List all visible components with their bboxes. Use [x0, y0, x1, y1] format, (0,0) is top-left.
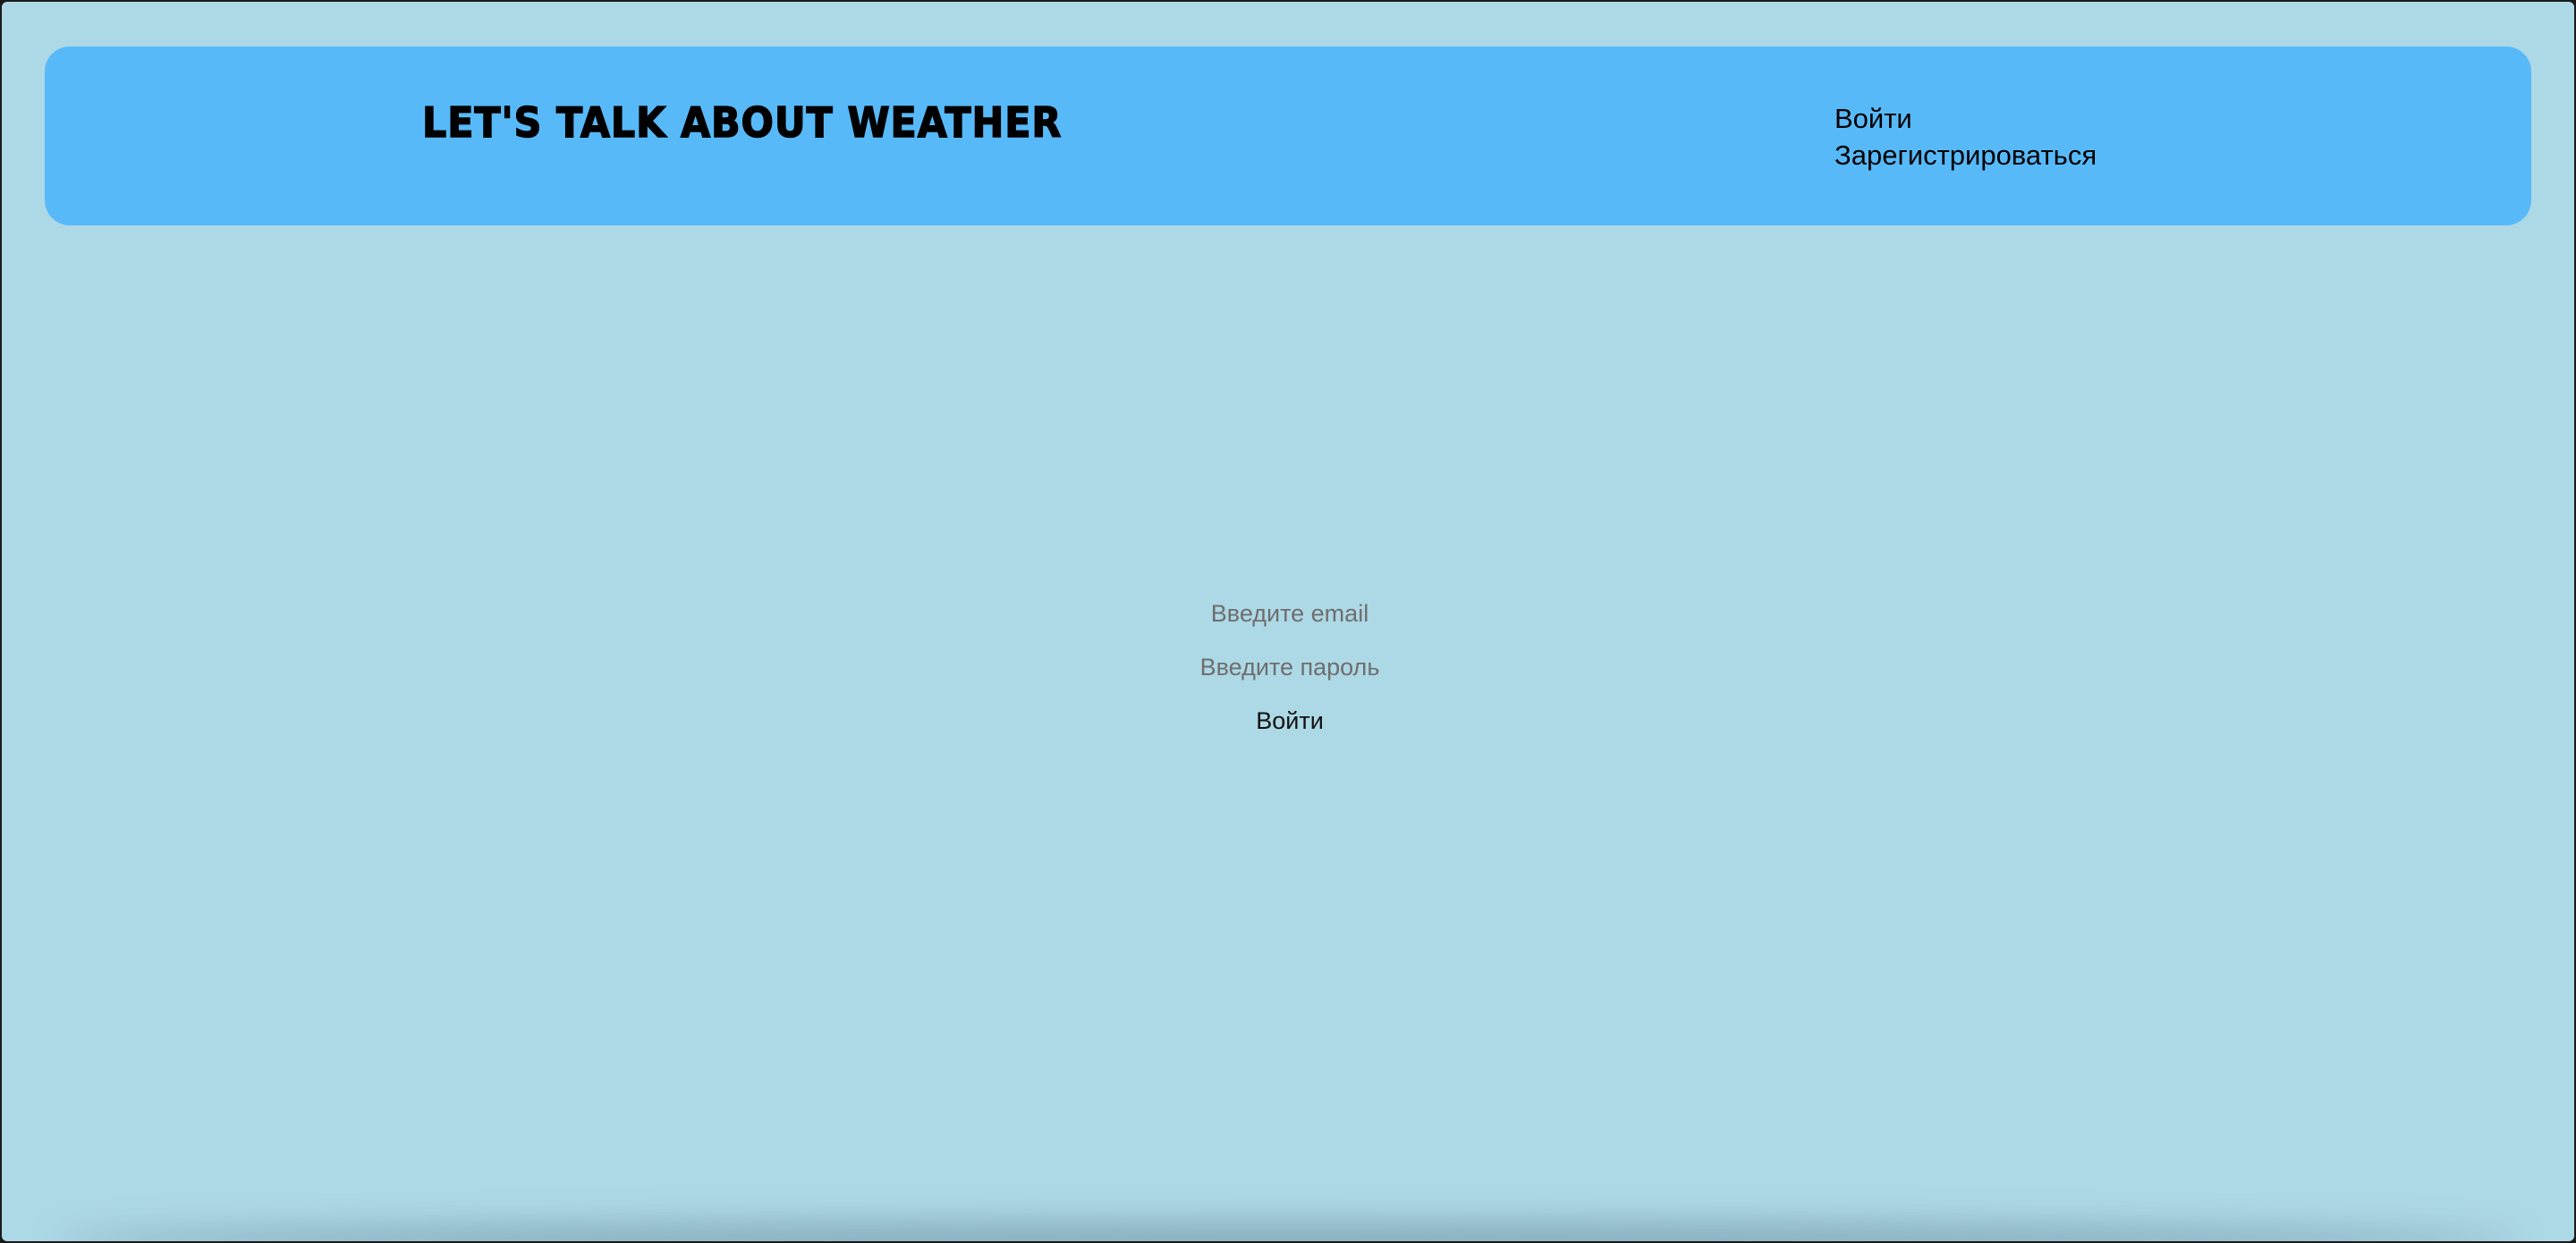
site-header	[45, 47, 2531, 225]
page: Let's talk about weather Войти Зарегистр…	[2, 2, 2574, 1241]
nav-register-link[interactable]: Зарегистрироваться	[1835, 137, 2097, 173]
nav-login-link[interactable]: Войти	[1835, 100, 2097, 137]
site-title: Let's talk about weather	[421, 98, 1063, 147]
header-nav: Войти Зарегистрироваться	[1835, 100, 2097, 173]
login-submit-button[interactable]: Войти	[1245, 701, 1335, 740]
email-field[interactable]	[1111, 594, 1469, 633]
password-field[interactable]	[1111, 647, 1469, 687]
login-form: Войти	[1111, 594, 1469, 740]
